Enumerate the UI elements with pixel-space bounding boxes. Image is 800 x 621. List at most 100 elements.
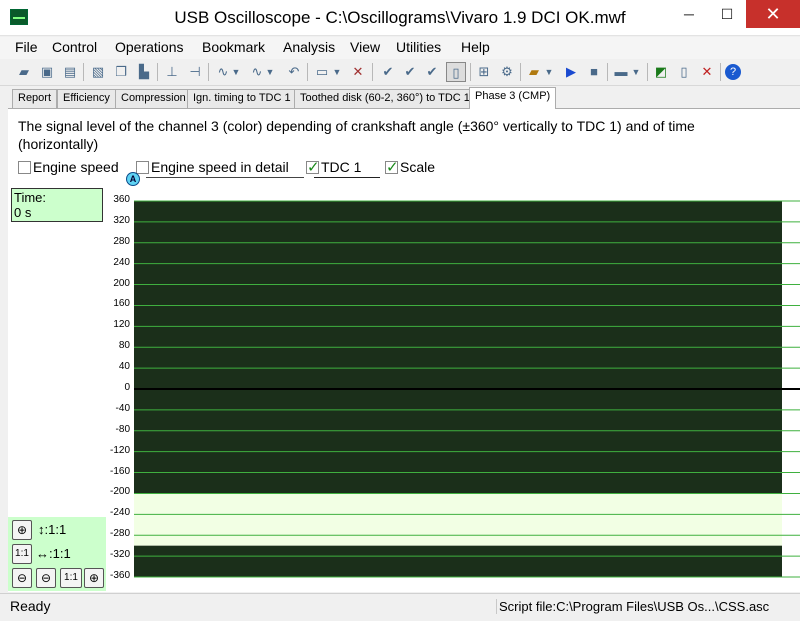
chevron-down-icon[interactable]: ▼ [543, 62, 555, 82]
tab-phase-3-cmp[interactable]: Phase 3 (CMP) [469, 87, 557, 109]
page-icon[interactable]: ▯ [446, 62, 466, 82]
delete-icon[interactable]: ✕ [348, 62, 368, 82]
phase-heatmap-plot[interactable] [134, 189, 800, 589]
menu-utilities[interactable]: Utilities [396, 39, 441, 55]
view-icon[interactable]: ▭ [312, 62, 332, 82]
zoom-in-button[interactable]: ⊕ [84, 568, 104, 588]
checkbox-box[interactable] [18, 161, 31, 174]
tab-ign-timing[interactable]: Ign. timing to TDC 1 [187, 89, 297, 108]
help-icon[interactable]: ? [725, 64, 741, 80]
chart-icon[interactable]: ◩ [651, 62, 671, 82]
paste-icon[interactable]: ▙ [134, 62, 154, 82]
tab-toothed-disk[interactable]: Toothed disk (60-2, 360°) to TDC 1 [294, 89, 476, 108]
y-tick-label: -40 [115, 402, 130, 414]
checkbox-box[interactable] [136, 161, 149, 174]
y-tick-label: 40 [118, 361, 130, 373]
checkbox-scale[interactable]: Scale [385, 158, 436, 176]
toolbar-separator [720, 63, 721, 81]
check-more-icon[interactable]: ✔ [422, 62, 442, 82]
checkbox-label: Engine speed in detail [151, 159, 289, 175]
y-tick-label: 80 [118, 340, 130, 352]
tab-content-panel: The signal level of the channel 3 (color… [8, 109, 800, 592]
y-tick-label: 360 [113, 194, 130, 205]
y-tick-label: 320 [113, 214, 130, 226]
y-tick-label: 160 [113, 298, 130, 310]
menu-bar: File Control Operations Bookmark Analysi… [0, 37, 800, 59]
script-file-path: Script file:C:\Program Files\USB Os...\C… [496, 599, 800, 614]
checkbox-engine-speed[interactable]: Engine speed [18, 159, 119, 175]
heatmap-band [134, 493, 782, 546]
measure-icon[interactable]: ⊣ [185, 62, 205, 82]
zoom-in-vertical-button[interactable]: ⊕ [12, 520, 32, 540]
checkbox-label: TDC 1 [321, 159, 362, 175]
toolbar-separator [83, 63, 84, 81]
close-button[interactable]: ✕ [746, 0, 800, 28]
stop-icon[interactable]: ■ [584, 62, 604, 82]
y-tick-label: 200 [113, 277, 130, 289]
zoom-controls: ⊕ ↕:1:1 1:1 ↔:1:1 ⊖ ⊖ 1:1 ⊕ [8, 517, 106, 591]
tab-compression[interactable]: Compression [115, 89, 192, 108]
image-export-icon[interactable]: ▧ [88, 62, 108, 82]
toolbar-separator [520, 63, 521, 81]
reset-zoom-button[interactable]: 1:1 [60, 568, 82, 588]
chevron-down-icon[interactable]: ▼ [331, 62, 343, 82]
open-icon[interactable]: ▰ [14, 62, 34, 82]
menu-analysis[interactable]: Analysis [283, 39, 335, 55]
reset-horizontal-button[interactable]: 1:1 [12, 544, 32, 564]
toolbar-separator [157, 63, 158, 81]
y-tick-label: 280 [113, 235, 130, 247]
marker-a-icon[interactable]: A [126, 172, 140, 186]
chevron-down-icon[interactable]: ▼ [264, 62, 276, 82]
checkmark-icon[interactable] [306, 158, 320, 176]
y-tick-label: -120 [109, 444, 130, 456]
save-icon[interactable]: ▣ [37, 62, 57, 82]
cursor-icon[interactable]: ⊥ [162, 62, 182, 82]
close-doc-icon[interactable]: ✕ [697, 62, 717, 82]
menu-help[interactable]: Help [461, 39, 490, 55]
tdc-1-color-line [314, 177, 380, 178]
menu-file[interactable]: File [15, 39, 38, 55]
menu-control[interactable]: Control [52, 39, 97, 55]
toolbar-separator [307, 63, 308, 81]
checkbox-engine-speed-detail[interactable]: Engine speed in detail [136, 159, 289, 175]
checkmark-icon[interactable] [385, 158, 399, 176]
maximize-button[interactable]: ☐ [704, 0, 750, 28]
y-tick-label: 0 [124, 382, 130, 393]
app-window: USB Oscilloscope - C:\Oscillograms\Vivar… [0, 0, 800, 621]
zoom-out-vertical-button[interactable]: ⊖ [36, 568, 56, 588]
toolbar-separator [208, 63, 209, 81]
y-tick-label: 120 [113, 319, 130, 331]
tab-report[interactable]: Report [12, 89, 58, 108]
toolbar-separator [470, 63, 471, 81]
chevron-down-icon[interactable]: ▼ [630, 62, 642, 82]
checkbox-tdc-1[interactable]: TDC 1 [306, 158, 362, 176]
menu-view[interactable]: View [350, 39, 380, 55]
zoom-out-button[interactable]: ⊖ [12, 568, 32, 588]
check-icon[interactable]: ✔ [378, 62, 398, 82]
chart-description: The signal level of the channel 3 (color… [18, 118, 695, 152]
menu-bookmark[interactable]: Bookmark [202, 39, 265, 55]
print-icon[interactable]: ▤ [60, 62, 80, 82]
time-label: Time: [14, 190, 47, 205]
y-tick-label: 240 [113, 256, 130, 268]
engine-speed-color-line [146, 177, 304, 178]
copy-icon[interactable]: ❐ [111, 62, 131, 82]
checkbox-label: Scale [400, 159, 436, 175]
toolbar: ▰ ▣ ▤ ▧ ❐ ▙ ⊥ ⊣ ∿ ▼ ∿ ▼ ↶ ▭ ▼ ✕ ✔ ✔ ✔ ▯ … [0, 60, 800, 86]
undo-icon[interactable]: ↶ [284, 62, 304, 82]
zoom-icon[interactable]: ⊞ [474, 62, 494, 82]
status-text: Ready [10, 598, 51, 614]
play-icon[interactable]: ▶ [561, 62, 581, 82]
folder-icon[interactable]: ▰ [524, 62, 544, 82]
status-bar: Ready Script file:C:\Program Files\USB O… [0, 593, 800, 621]
y-tick-label: -160 [109, 465, 130, 477]
vertical-scale-label: ↕:1:1 [38, 522, 67, 537]
panel-icon[interactable]: ▬ [611, 62, 631, 82]
tab-efficiency[interactable]: Efficiency [57, 89, 116, 108]
toolbar-separator [647, 63, 648, 81]
chevron-down-icon[interactable]: ▼ [230, 62, 242, 82]
settings-icon[interactable]: ⚙ [497, 62, 517, 82]
menu-operations[interactable]: Operations [115, 39, 183, 55]
document-icon[interactable]: ▯ [674, 62, 694, 82]
check-all-icon[interactable]: ✔ [400, 62, 420, 82]
